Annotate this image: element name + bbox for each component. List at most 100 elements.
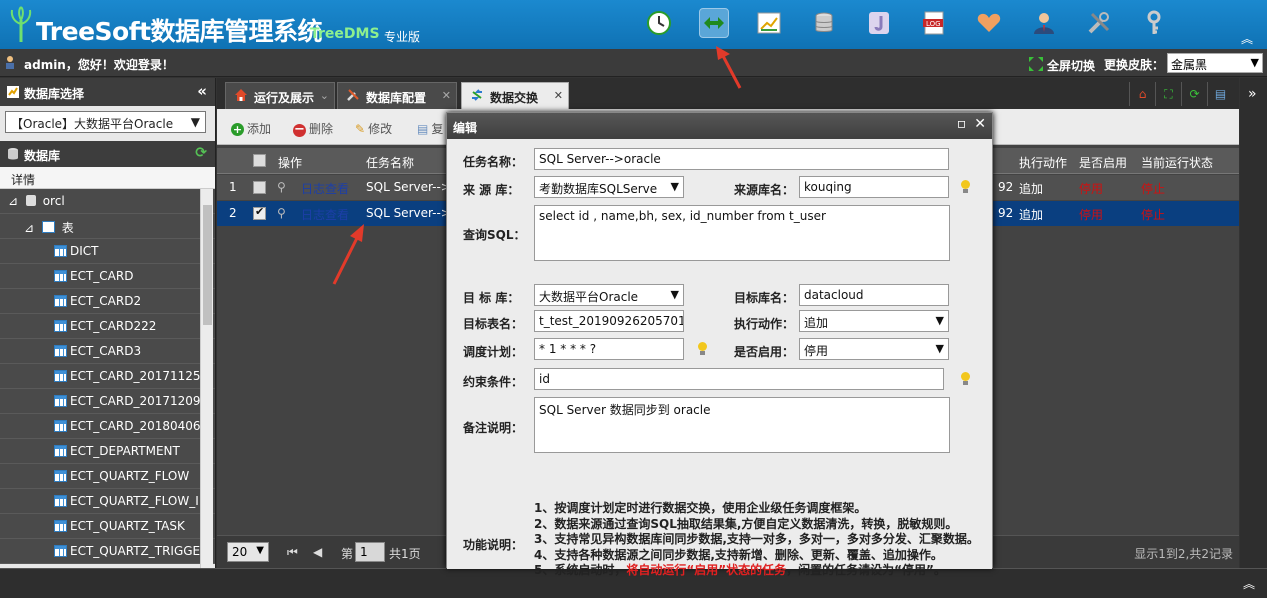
close-icon[interactable]: ✕ [974,116,986,132]
home-icon [234,88,248,105]
tree-table-item[interactable]: ECT_CARD3 [0,339,215,364]
app-subtitle: TreeDMS [310,26,380,42]
right-strip: » [1240,78,1267,568]
app-header: TreeSoft数据库管理系统 TreeDMS 专业版 LOG ︽ [0,0,1267,49]
hint-bulb-icon[interactable] [960,180,970,194]
log-icon[interactable]: LOG [919,8,949,38]
fullscreen-toggle[interactable]: 全屏切换 [1047,57,1095,74]
footer-collapse-icon[interactable]: ︽ [1243,575,1255,592]
dialog-body: 任务名称： SQL Server-->oracle 来 源 库： 考勤数据库SQ… [447,139,992,577]
j-icon[interactable] [864,8,894,38]
tab-db-config[interactable]: 数据库配置 ✕ [337,82,457,109]
table-icon [54,520,67,532]
database-icon[interactable] [809,8,839,38]
scrollbar-thumb[interactable] [203,205,212,325]
dialog-header: 编辑 ▫ ✕ [447,113,992,139]
tree-node-root[interactable]: ⊿ orcl [0,189,215,214]
source-db-select[interactable]: 考勤数据库SQLServe ▼ [534,176,684,198]
sidebar-scrollbar[interactable] [200,189,213,568]
fullscreen-icon[interactable]: ⛶ [1155,82,1181,106]
add-button[interactable]: + 添加 [231,120,271,137]
chart-icon[interactable] [754,8,784,38]
close-icon[interactable]: ✕ [442,89,451,102]
source-db-name-field[interactable]: kouqing [799,176,949,198]
skin-label: 更换皮肤： [1104,58,1165,72]
tools-icon[interactable] [1084,8,1114,38]
edit-button[interactable]: ✎ 修改 [355,120,392,137]
hint-bulb-icon[interactable] [697,342,707,356]
table-icon [54,295,67,307]
hint-bulb-icon[interactable] [960,372,970,386]
user-icon[interactable] [1029,8,1059,38]
constraint-field[interactable]: id [534,368,944,390]
search-icon[interactable]: ⚲ [277,206,286,220]
task-name-field[interactable]: SQL Server-->oracle [534,148,949,170]
maximize-icon[interactable]: ▫ [957,116,967,132]
expand-icon[interactable]: ⊿ [24,221,34,235]
copy-button[interactable]: ▤ 复 [417,120,443,137]
remark-textarea[interactable]: SQL Server 数据同步到 oracle [534,397,950,453]
sidebar-collapse-icon[interactable]: « [197,82,207,100]
table-icon [54,445,67,457]
detail-tab[interactable]: 详情 [0,167,215,189]
chevron-down-icon: ▼ [670,288,679,301]
enabled-select[interactable]: 停用 ▼ [799,338,949,360]
heart-icon[interactable] [974,8,1004,38]
info-bar: admin，您好！欢迎登录！ 全屏切换 更换皮肤： 金属黑 ▼ [0,49,1267,77]
fullscreen-icon[interactable] [1028,56,1044,75]
refresh-icon[interactable]: ⟳ [195,145,207,161]
collapse-right-icon[interactable]: » [1248,86,1257,102]
close-icon[interactable]: ⌄ [320,89,329,102]
close-icon[interactable]: ✕ [554,89,563,102]
chevron-down-icon: ▼ [1250,56,1259,69]
home-icon[interactable]: ⌂ [1129,82,1155,106]
copy-icon: ▤ [417,122,429,136]
header-collapse-icon[interactable]: ︽ [1241,30,1253,47]
tree-table-item[interactable]: ECT_QUARTZ_FLOW [0,464,215,489]
expand-icon[interactable]: ⊿ [8,194,18,208]
query-sql-textarea[interactable]: select id , name,bh, sex, id_number from… [534,205,950,261]
log-view-link[interactable]: 日志查看 [301,180,349,197]
tree-table-item[interactable]: ECT_CARD222 [0,314,215,339]
row-checkbox[interactable] [253,205,266,220]
page-size-select[interactable]: 20 ▼ [227,542,269,562]
search-icon[interactable]: ⚲ [277,180,286,194]
exec-action-select[interactable]: 追加 ▼ [799,310,949,332]
database-select[interactable]: 【Oracle】大数据平台Oracle ▼ [5,111,206,133]
key-icon[interactable] [1139,8,1169,38]
tab-data-exchange[interactable]: 数据交换 ✕ [461,82,569,109]
table-icon [54,495,67,507]
col-enabled: 是否启用 [1079,156,1128,170]
select-all-checkbox[interactable] [253,154,266,167]
target-table-field[interactable]: t_test_20190926205701 [534,310,684,332]
tree-table-item[interactable]: ECT_QUARTZ_FLOW_I [0,489,215,514]
tab-run-display[interactable]: 运行及展示 ⌄ [225,82,335,109]
tree-table-item[interactable]: ECT_CARD [0,264,215,289]
row-checkbox[interactable] [253,181,266,194]
prev-page-icon[interactable]: ◀ [313,545,322,559]
schedule-field[interactable]: * 1 * * * ? [534,338,684,360]
first-page-icon[interactable]: ⏮ [287,545,298,560]
skin-select[interactable]: 金属黑 ▼ [1167,53,1263,73]
tree-table-item[interactable]: ECT_CARD_20180406 [0,414,215,439]
refresh-icon[interactable]: ⟳ [1181,82,1207,106]
tree-table-item[interactable]: ECT_QUARTZ_TRIGGE [0,539,215,564]
exchange-small-icon [470,88,484,105]
tree-table-item[interactable]: ECT_DEPARTMENT [0,439,215,464]
tree-node-tables[interactable]: ⊿ 表 [0,214,215,239]
table-icon [54,245,67,257]
tree-table-item[interactable]: DICT [0,239,215,264]
delete-button[interactable]: − 删除 [293,120,333,137]
tree-table-item[interactable]: ECT_CARD_20171209 [0,389,215,414]
page-input[interactable]: 1 [355,542,385,562]
clock-icon[interactable] [644,8,674,38]
target-db-name-field[interactable]: datacloud [799,284,949,306]
window-icon[interactable]: ▤ [1207,82,1233,106]
tree-table-item[interactable]: ECT_QUARTZ_TASK [0,514,215,539]
exchange-icon[interactable] [699,8,729,38]
tree-table-item[interactable]: ECT_CARD2 [0,289,215,314]
table-icon [54,545,67,557]
target-db-select[interactable]: 大数据平台Oracle ▼ [534,284,684,306]
app-edition: 专业版 [384,30,421,44]
tree-table-item[interactable]: ECT_CARD_201711252 [0,364,215,389]
